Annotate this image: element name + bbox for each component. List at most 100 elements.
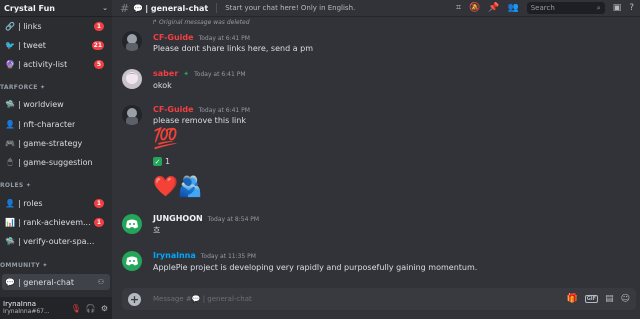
channel-label: | activity-list bbox=[18, 59, 68, 69]
mention-badge: 1 bbox=[94, 21, 104, 31]
bird-icon: 🐦 bbox=[5, 40, 15, 50]
avatar[interactable] bbox=[122, 69, 142, 89]
mention-badge: 1 bbox=[94, 217, 104, 227]
add-member-icon[interactable]: ⚇ bbox=[98, 278, 104, 286]
chevron-down-icon: ⌄ bbox=[102, 4, 108, 12]
channel-item-game-strategy[interactable]: 🎮 | game-strategy bbox=[2, 135, 110, 151]
reply-reference: ↱ Original message was deleted bbox=[152, 19, 250, 26]
gif-icon[interactable]: GIF bbox=[584, 295, 599, 303]
ufo-icon: 🛸 bbox=[5, 236, 15, 246]
channel-item-general-chat[interactable]: 💬 | general-chat ⚇ bbox=[2, 274, 110, 290]
inbox-icon[interactable]: ▣ bbox=[613, 3, 622, 13]
timestamp: Today at 6:41 PM bbox=[198, 35, 250, 42]
message-header: JUNGHOON Today at 8:54 PM bbox=[153, 214, 259, 223]
channel-sidebar: Crystal Fun ⌄ 🔗 | links 1 🐦 | tweet 21 🔮… bbox=[0, 0, 112, 319]
channel-item-links[interactable]: 🔗 | links 1 bbox=[2, 18, 110, 34]
server-name: Crystal Fun bbox=[4, 3, 55, 13]
channel-label: | rank-achievem... bbox=[18, 217, 91, 227]
channel-item-activity-list[interactable]: 🔮 | activity-list 5 bbox=[2, 56, 110, 72]
link-icon: 🔗 bbox=[5, 21, 15, 31]
channel-item-verify-outer-space[interactable]: 🛸 | verify-outer-space... bbox=[2, 233, 110, 249]
category-header[interactable]: OMMUNITY ✦ bbox=[0, 262, 48, 269]
channel-topic[interactable]: Start your chat here! Only in English. bbox=[225, 4, 355, 12]
channel-item-tweet[interactable]: 🐦 | tweet 21 bbox=[2, 37, 110, 53]
heart-hug-emoji: ❤️🫂 bbox=[153, 174, 203, 198]
message-input[interactable] bbox=[153, 295, 453, 303]
channel-item-nft-character[interactable]: 👤 | nft-character bbox=[2, 116, 110, 132]
timestamp: Today at 8:54 PM bbox=[207, 216, 260, 223]
message-text: ApplePie project is developing very rapi… bbox=[153, 263, 478, 272]
channel-label: | verify-outer-space... bbox=[18, 236, 98, 246]
chart-icon: 📊 bbox=[5, 217, 15, 227]
channel-label: | links bbox=[18, 21, 42, 31]
pin-icon[interactable]: 📌 bbox=[488, 3, 499, 13]
user-tag: IrynaInna#67... bbox=[3, 308, 50, 315]
emoji-icon[interactable]: ☺ bbox=[621, 294, 630, 304]
avatar[interactable] bbox=[122, 31, 142, 51]
category-header[interactable]: TARFORCE ✦ bbox=[0, 84, 45, 91]
message-header: saber ✦ Today at 6:41 PM bbox=[153, 69, 246, 78]
help-icon[interactable]: ? bbox=[629, 3, 634, 13]
avatar[interactable] bbox=[122, 214, 142, 234]
author-name[interactable]: CF-Guide bbox=[153, 33, 194, 42]
timestamp: Today at 11:35 PM bbox=[200, 253, 256, 260]
message-text: Please dont share links here, send a pm bbox=[153, 44, 314, 53]
person-icon: 👤 bbox=[5, 198, 15, 208]
category-header[interactable]: ROLES ✦ bbox=[0, 182, 31, 189]
author-name[interactable]: JUNGHOON bbox=[153, 214, 203, 223]
channel-label: | game-suggestion bbox=[18, 157, 93, 167]
mic-muted-icon[interactable]: 🎙 bbox=[71, 304, 81, 313]
message-text: 흐 bbox=[153, 226, 161, 235]
sticker-icon[interactable]: ▤ bbox=[605, 294, 614, 304]
add-attachment-icon[interactable]: + bbox=[128, 292, 141, 306]
message-text: okok bbox=[153, 81, 172, 90]
bell-muted-icon[interactable]: 🔕 bbox=[469, 3, 480, 13]
message-text: please remove this link bbox=[153, 116, 246, 125]
channel-item-roles[interactable]: 👤 | roles 1 bbox=[2, 195, 110, 211]
author-name[interactable]: CF-Guide bbox=[153, 105, 194, 114]
gift-icon[interactable]: 🎁 bbox=[566, 294, 577, 304]
checkmark-icon: ✓ bbox=[153, 157, 162, 166]
mouse-icon: 🖱 bbox=[7, 157, 13, 166]
threads-icon[interactable]: ⌗ bbox=[456, 3, 461, 13]
verified-badge-icon: ✦ bbox=[183, 70, 190, 78]
message-list: ↱ Original message was deleted CF-Guide … bbox=[112, 17, 640, 287]
author-name[interactable]: Irynalnna bbox=[153, 251, 196, 260]
channel-label: | roles bbox=[18, 198, 43, 208]
author-name[interactable]: saber bbox=[153, 69, 178, 78]
chat-icon: 💬 bbox=[133, 3, 144, 13]
gear-icon[interactable]: ⚙ bbox=[101, 304, 108, 313]
channel-label: | general-chat bbox=[18, 277, 75, 287]
reaction-count: 1 bbox=[165, 157, 171, 166]
message-header: CF-Guide Today at 6:41 PM bbox=[153, 33, 250, 42]
message-header: CF-Guide Today at 6:41 PM bbox=[153, 105, 250, 114]
channel-label: | worldview bbox=[18, 99, 64, 109]
hashtag-icon: # bbox=[120, 1, 130, 15]
channel-label: | game-strategy bbox=[18, 138, 83, 148]
message-composer: + 🎁 GIF ▤ ☺ bbox=[122, 288, 636, 310]
avatar[interactable] bbox=[122, 251, 142, 271]
headphones-icon[interactable]: 🎧 bbox=[86, 304, 96, 313]
list-icon: 🔮 bbox=[5, 59, 15, 69]
channel-item-game-suggestion[interactable]: 🖱 | game-suggestion bbox=[2, 154, 110, 170]
server-header[interactable]: Crystal Fun ⌄ bbox=[0, 0, 112, 17]
search-input[interactable]: Search ⌕ bbox=[526, 2, 605, 14]
timestamp: Today at 6:41 PM bbox=[198, 107, 250, 114]
message-header: Irynalnna Today at 11:35 PM bbox=[153, 251, 256, 260]
timestamp: Today at 6:41 PM bbox=[194, 71, 246, 78]
chat-icon: 💬 bbox=[5, 277, 15, 287]
gamepad-icon: 🎮 bbox=[5, 138, 15, 148]
ufo-icon: 🛸 bbox=[5, 99, 15, 109]
username: IrynaInna bbox=[3, 300, 37, 308]
channel-item-rank-achievements[interactable]: 📊 | rank-achievem... 1 bbox=[2, 214, 110, 230]
channel-label: | tweet bbox=[18, 40, 46, 50]
mention-badge: 5 bbox=[94, 59, 104, 69]
channel-item-worldview[interactable]: 🛸 | worldview bbox=[2, 96, 110, 112]
hundred-emoji: 💯 bbox=[153, 126, 178, 150]
reaction-pill[interactable]: ✓ 1 bbox=[153, 157, 170, 166]
channel-header: # 💬 | general-chat Start your chat here!… bbox=[112, 0, 640, 17]
members-icon[interactable]: 👥 bbox=[507, 3, 518, 13]
channel-label: | nft-character bbox=[18, 119, 76, 129]
avatar[interactable] bbox=[122, 105, 142, 125]
user-info[interactable]: IrynaInna IrynaInna#67... bbox=[3, 300, 50, 316]
